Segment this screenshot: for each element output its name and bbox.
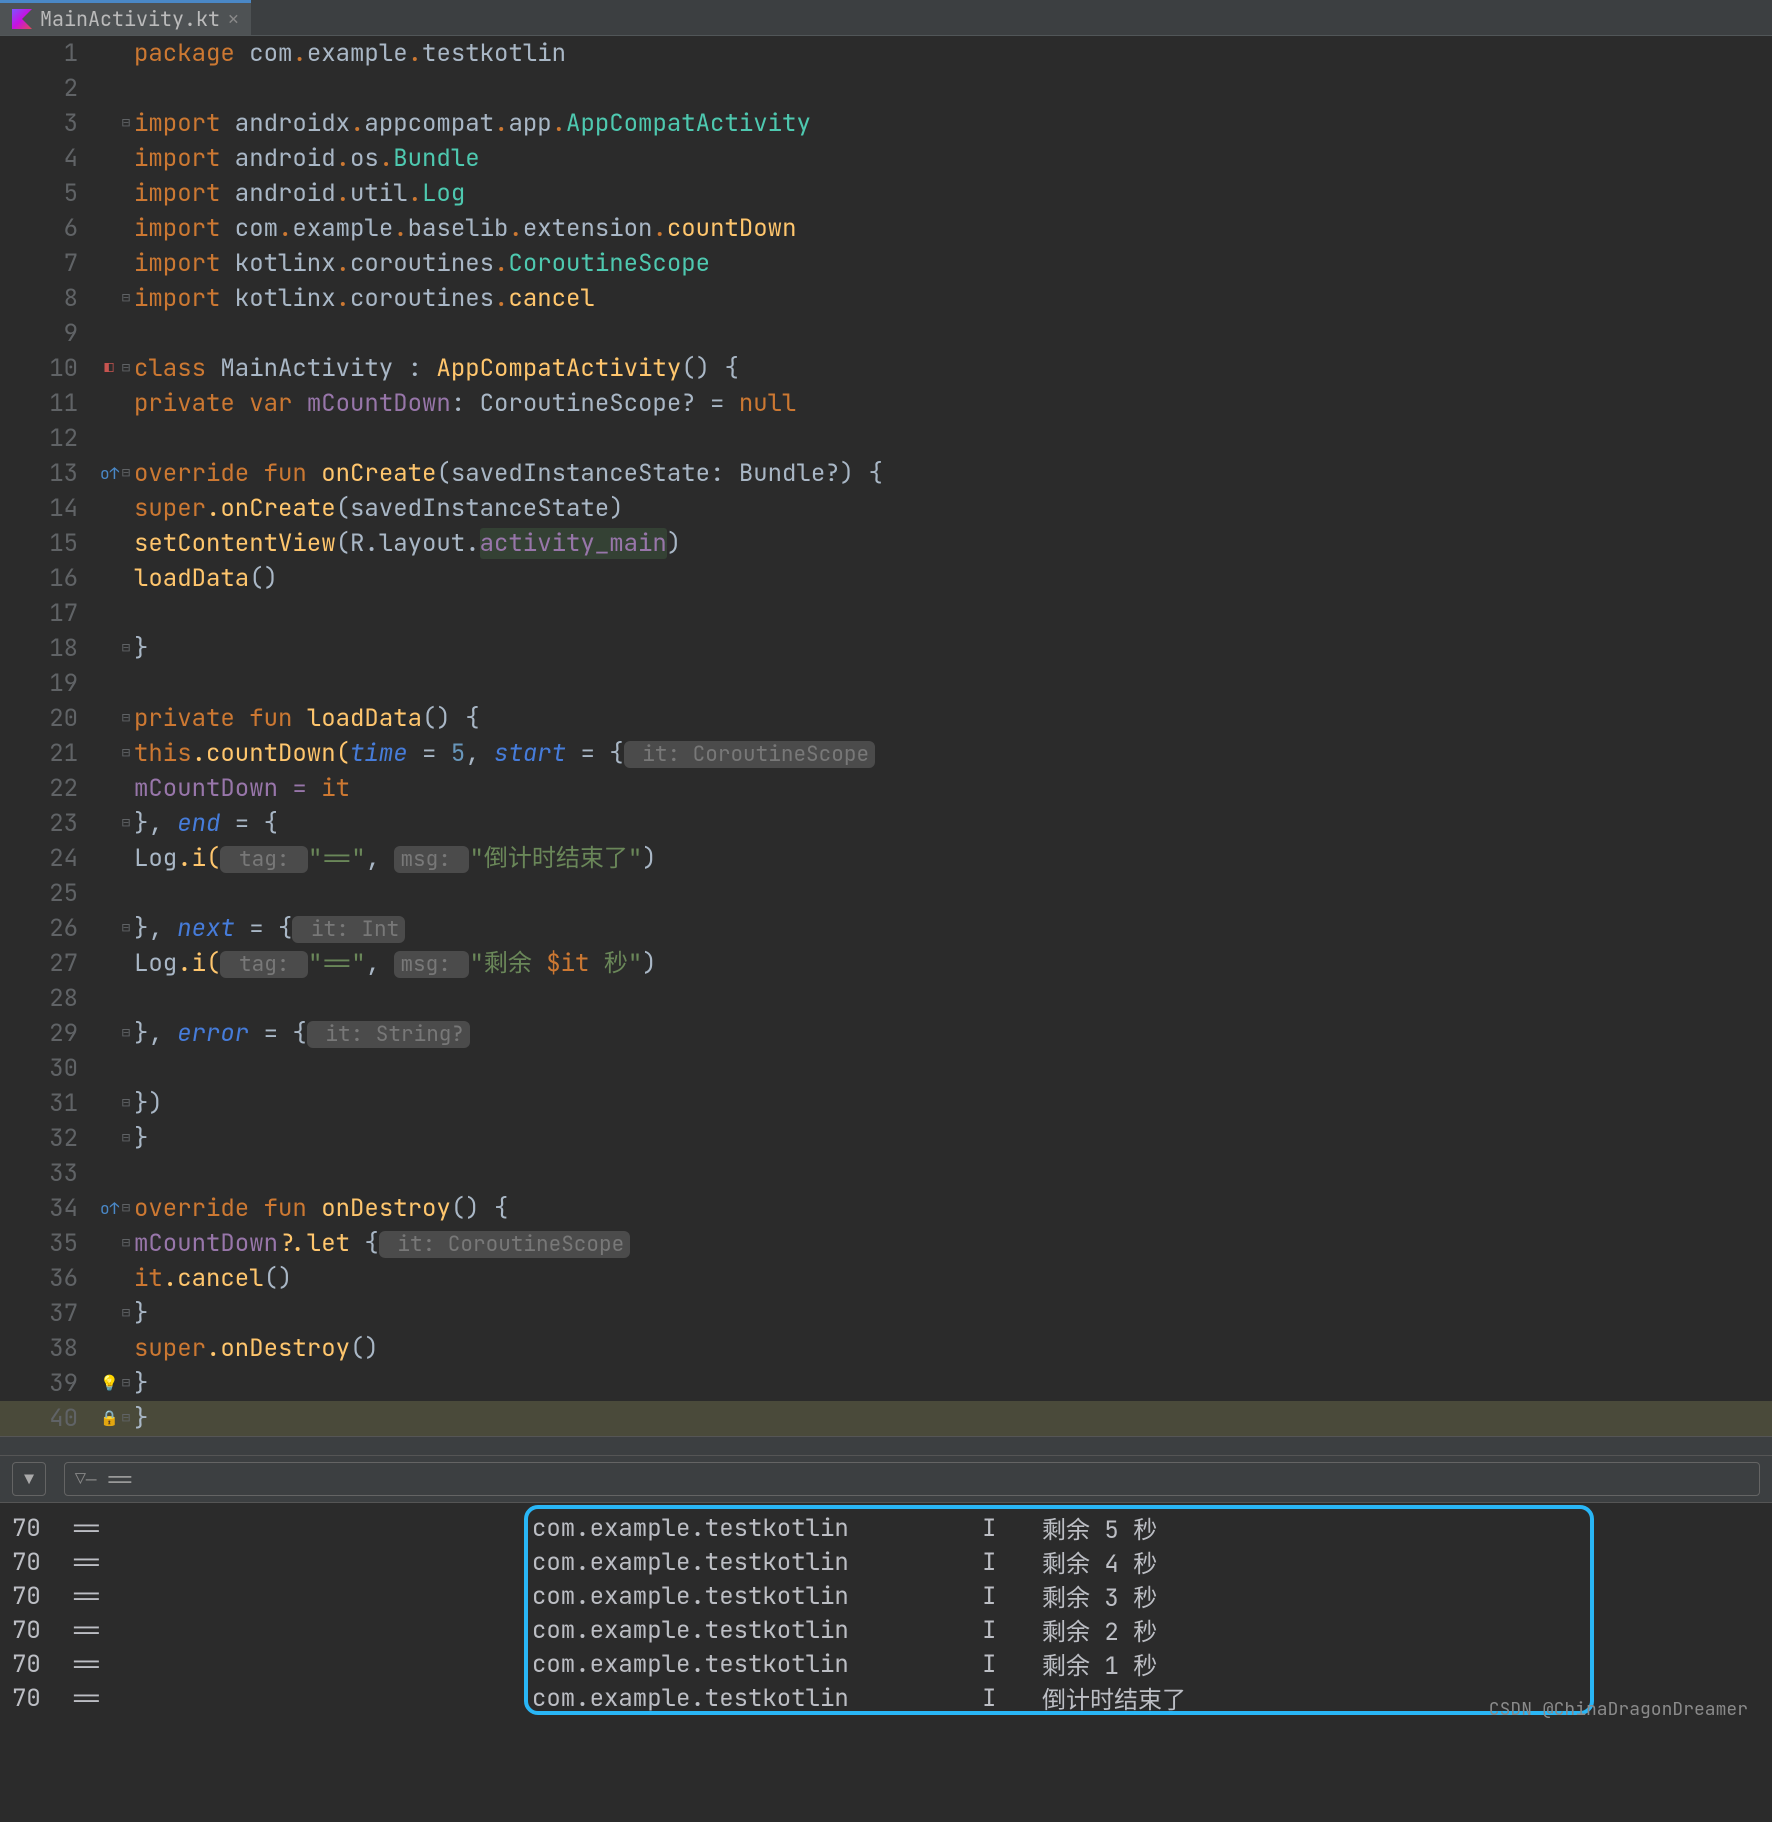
override-icon[interactable]: o↑: [100, 456, 118, 491]
kotlin-icon: [12, 9, 32, 29]
log-row: 70==com.example.testkotlinI剩余 3 秒: [12, 1579, 1772, 1613]
code-editor[interactable]: 1package com.example.testkotlin 2 3⊟impo…: [0, 36, 1772, 1436]
param-hint: it: Int: [292, 916, 405, 943]
param-hint: it: String?: [307, 1021, 470, 1048]
file-tab[interactable]: MainActivity.kt ✕: [0, 0, 251, 35]
chevron-down-icon: ▼: [24, 1469, 34, 1490]
bulb-icon[interactable]: 💡: [100, 1366, 118, 1401]
param-hint: msg:: [394, 951, 469, 978]
tab-label: MainActivity.kt: [40, 6, 220, 32]
log-row: 70==com.example.testkotlinI剩余 5 秒: [12, 1511, 1772, 1545]
watermark-text: CSDN @ChinaDragonDreamer: [1489, 1698, 1748, 1721]
class-marker-icon: ◧: [100, 351, 118, 386]
param-hint: tag:: [220, 951, 308, 978]
logcat-toolbar: ▼ ▽‒ ==: [0, 1456, 1772, 1503]
param-hint: it: CoroutineScope: [624, 741, 875, 768]
close-icon[interactable]: ✕: [228, 8, 239, 31]
logcat-output[interactable]: 70==com.example.testkotlinI剩余 5 秒70==com…: [0, 1503, 1772, 1719]
panel-separator[interactable]: [0, 1436, 1772, 1456]
param-hint: it: CoroutineScope: [379, 1231, 630, 1258]
log-filter-input[interactable]: ▽‒ ==: [64, 1462, 1760, 1496]
lock-icon: 🔒: [100, 1401, 118, 1436]
log-row: 70==com.example.testkotlinI剩余 2 秒: [12, 1613, 1772, 1647]
log-level-dropdown[interactable]: ▼: [12, 1462, 46, 1496]
filter-icon: ▽‒: [75, 1468, 97, 1491]
log-row: 70==com.example.testkotlinI剩余 1 秒: [12, 1647, 1772, 1681]
tab-bar: MainActivity.kt ✕: [0, 0, 1772, 36]
filter-text: ==: [107, 1465, 133, 1494]
override-icon[interactable]: o↑: [100, 1191, 118, 1226]
param-hint: msg:: [394, 846, 469, 873]
log-row: 70==com.example.testkotlinI剩余 4 秒: [12, 1545, 1772, 1579]
param-hint: tag:: [220, 846, 308, 873]
